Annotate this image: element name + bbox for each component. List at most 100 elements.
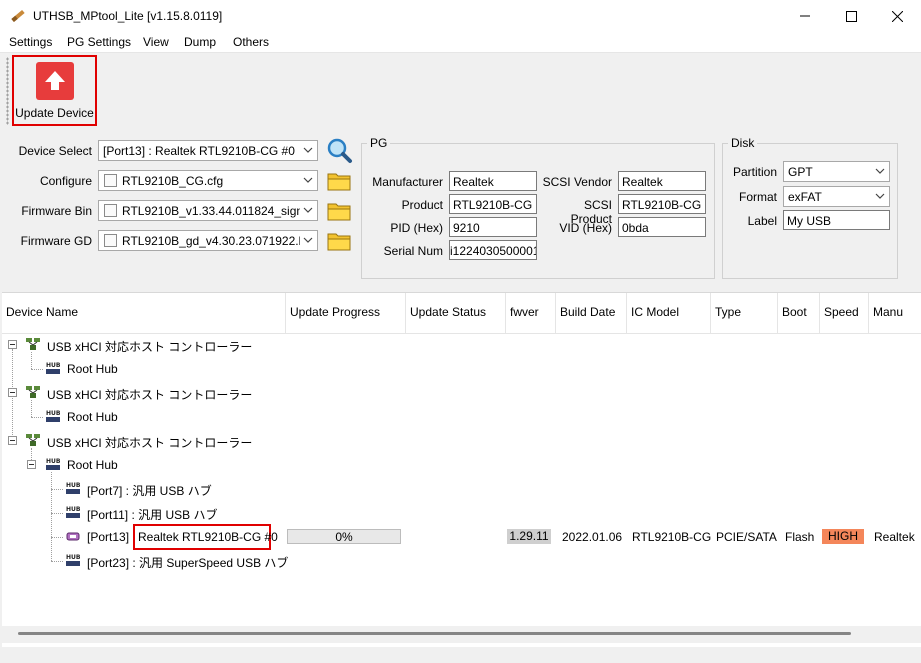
close-icon (891, 10, 903, 22)
column-header-manu[interactable]: Manu (869, 293, 921, 333)
manufacturer-label: Manufacturer (372, 175, 443, 189)
svg-text:HUB: HUB (66, 482, 81, 489)
partition-dropdown[interactable]: GPT (783, 161, 890, 182)
tree-item-label[interactable]: [Port7] : 汎用 USB ハブ (87, 482, 212, 499)
folder-icon[interactable] (326, 230, 352, 252)
column-header-ic-model[interactable]: IC Model (627, 293, 711, 333)
collapse-toggle[interactable] (8, 388, 17, 397)
close-button[interactable] (874, 0, 920, 32)
device-select-dropdown[interactable]: [Port13] : Realtek RTL9210B-CG #0 (98, 140, 318, 161)
file-icon (104, 174, 117, 187)
tree-item-label[interactable]: USB xHCI 対応ホスト コントローラー (47, 434, 252, 451)
tree-item-label[interactable]: [Port23] : 汎用 SuperSpeed USB ハブ (87, 554, 288, 571)
maximize-button[interactable] (828, 0, 874, 32)
collapse-toggle[interactable] (8, 340, 17, 349)
manufacturer-field[interactable]: Realtek (449, 171, 537, 191)
column-header-fwver[interactable]: fwver (506, 293, 556, 333)
device-select-value: [Port13] : Realtek RTL9210B-CG #0 (103, 144, 295, 158)
update-device-label: Update Device (15, 106, 94, 120)
tree-line (51, 513, 63, 514)
scsi-vendor-label: SCSI Vendor (542, 175, 612, 189)
vid-field[interactable]: 0bda (618, 217, 706, 237)
tree-item-label[interactable]: Root Hub (67, 458, 118, 472)
chevron-down-icon (303, 177, 313, 183)
search-icon[interactable] (325, 136, 353, 164)
selected-device-highlight[interactable]: Realtek RTL9210B-CG #0 (133, 524, 278, 550)
minimize-button[interactable] (782, 0, 828, 32)
ic-model-cell: RTL9210B-CG (632, 530, 712, 544)
menu-dump[interactable]: Dump (184, 35, 216, 49)
file-icon (104, 234, 117, 247)
tree-item-label[interactable]: USB xHCI 対応ホスト コントローラー (47, 386, 252, 403)
chevron-down-icon (303, 237, 313, 243)
configure-value: RTL9210B_CG.cfg (122, 174, 224, 188)
toolbar-grip[interactable] (6, 57, 9, 125)
serial-label: Serial Num (383, 244, 443, 258)
pid-field[interactable]: 9210 (449, 217, 537, 237)
column-header-boot[interactable]: Boot (778, 293, 820, 333)
update-progress-bar: 0% (287, 529, 401, 544)
collapse-toggle[interactable] (27, 460, 36, 469)
menu-pg-settings[interactable]: PG Settings (67, 35, 131, 49)
tree-item-label[interactable]: USB xHCI 対応ホスト コントローラー (47, 338, 252, 355)
scsi-vendor-field[interactable]: Realtek (618, 171, 706, 191)
firmware-gd-dropdown[interactable]: RTL9210B_gd_v4.30.23.071922.bin (98, 230, 318, 251)
manu-cell: Realtek (874, 530, 915, 544)
scrollbar-thumb[interactable] (18, 632, 851, 635)
fwver-cell: 1.29.11 (507, 529, 551, 544)
configure-dropdown[interactable]: RTL9210B_CG.cfg (98, 170, 318, 191)
device-name: Realtek RTL9210B-CG #0 (138, 530, 278, 544)
menu-view[interactable]: View (143, 35, 169, 49)
usb-controller-icon (26, 386, 40, 398)
pid-value: 9210 (453, 221, 480, 235)
menu-settings[interactable]: Settings (9, 35, 52, 49)
tree-line (51, 489, 63, 490)
column-header-type[interactable]: Type (711, 293, 778, 333)
tree-item-label[interactable]: [Port13] : (87, 530, 136, 544)
svg-text:HUB: HUB (66, 506, 81, 513)
serial-field[interactable]: i12240305000015 (449, 240, 537, 260)
hub-icon: HUB (66, 554, 81, 566)
tree-item-label[interactable]: Root Hub (67, 362, 118, 376)
hub-icon: HUB (46, 410, 61, 422)
hub-icon: HUB (46, 362, 61, 374)
manufacturer-value: Realtek (453, 175, 494, 189)
tree-line (31, 369, 43, 370)
svg-text:HUB: HUB (46, 458, 61, 465)
firmware-bin-dropdown[interactable]: RTL9210B_v1.33.44.011824_signed. (98, 200, 318, 221)
tree-line (31, 400, 32, 417)
tree-item-label[interactable]: [Port11] : 汎用 USB ハブ (87, 506, 217, 523)
collapse-toggle[interactable] (8, 436, 17, 445)
tree-line (51, 537, 63, 538)
toolbar: Update Device (0, 52, 921, 130)
tree-item-label[interactable]: Root Hub (67, 410, 118, 424)
hub-icon: HUB (66, 506, 81, 518)
title-bar: UTHSB_MPtool_Lite [v1.15.8.0119] (0, 0, 921, 33)
label-field[interactable]: My USB (783, 210, 890, 230)
vid-label: VID (Hex) (559, 221, 612, 235)
format-dropdown[interactable]: exFAT (783, 186, 890, 207)
maximize-icon (845, 10, 857, 22)
header-divider (2, 333, 921, 334)
folder-icon[interactable] (326, 200, 352, 222)
column-header-device-name[interactable]: Device Name (2, 293, 286, 333)
hub-icon: HUB (66, 482, 81, 494)
firmware-bin-label: Firmware Bin (21, 204, 92, 218)
usb-device-icon (66, 532, 80, 541)
column-header-update-status[interactable]: Update Status (406, 293, 506, 333)
column-header-build-date[interactable]: Build Date (556, 293, 627, 333)
update-device-button[interactable]: Update Device (12, 55, 97, 126)
product-field[interactable]: RTL9210B-CG (449, 194, 537, 214)
firmware-gd-label: Firmware GD (20, 234, 92, 248)
tree-line (51, 472, 52, 561)
scsi-product-field[interactable]: RTL9210B-CG (618, 194, 706, 214)
menu-others[interactable]: Others (233, 35, 269, 49)
column-header-update-progress[interactable]: Update Progress (286, 293, 406, 333)
upload-arrow-icon (36, 62, 74, 100)
vid-value: 0bda (622, 221, 649, 235)
horizontal-scrollbar[interactable] (2, 626, 921, 643)
folder-icon[interactable] (326, 170, 352, 192)
boot-cell: Flash (785, 530, 815, 544)
window-title: UTHSB_MPtool_Lite [v1.15.8.0119] (33, 9, 223, 23)
column-header-speed[interactable]: Speed (820, 293, 869, 333)
